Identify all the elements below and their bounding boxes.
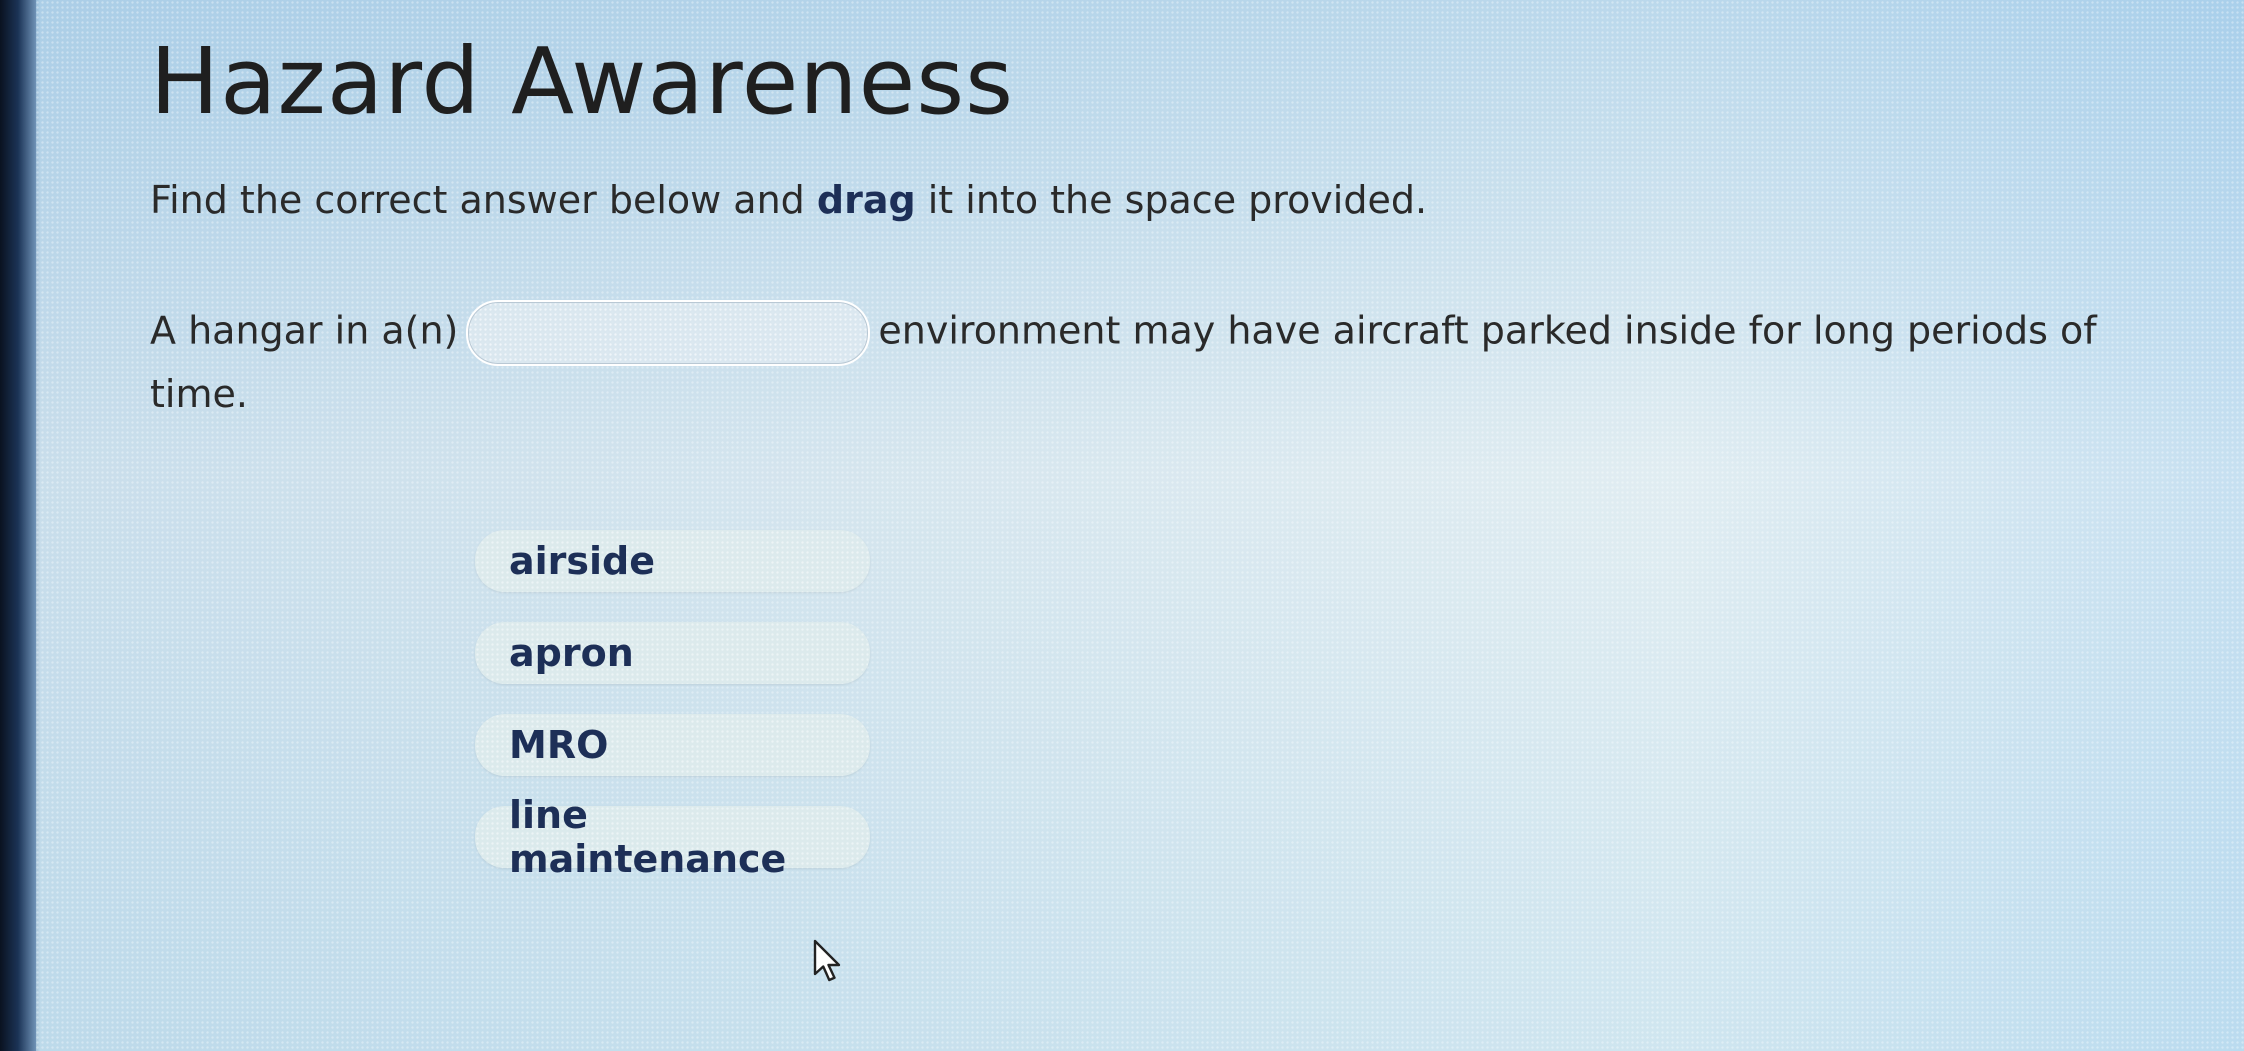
answer-option-mro[interactable]: MRO <box>475 714 870 776</box>
instruction-emphasis: drag <box>816 178 916 222</box>
mouse-pointer-icon <box>813 939 841 982</box>
answer-options: airside apron MRO line maintenance <box>475 530 870 898</box>
screen-background <box>0 0 2244 1051</box>
answer-option-line-maintenance[interactable]: line maintenance <box>475 793 870 881</box>
answer-option-airside[interactable]: airside <box>475 530 870 592</box>
monitor-bezel <box>0 0 36 1051</box>
instruction-after: it into the space provided. <box>915 178 1428 222</box>
instruction-text: Find the correct answer below and drag i… <box>150 178 1427 222</box>
page-title: Hazard Awareness <box>150 28 1015 135</box>
question-text: A hangar in a(n) environment may have air… <box>150 300 2100 422</box>
answer-drop-zone[interactable] <box>466 300 871 366</box>
question-before-blank: A hangar in a(n) <box>150 308 459 353</box>
answer-option-apron[interactable]: apron <box>475 622 870 684</box>
instruction-before: Find the correct answer below and <box>150 178 817 222</box>
